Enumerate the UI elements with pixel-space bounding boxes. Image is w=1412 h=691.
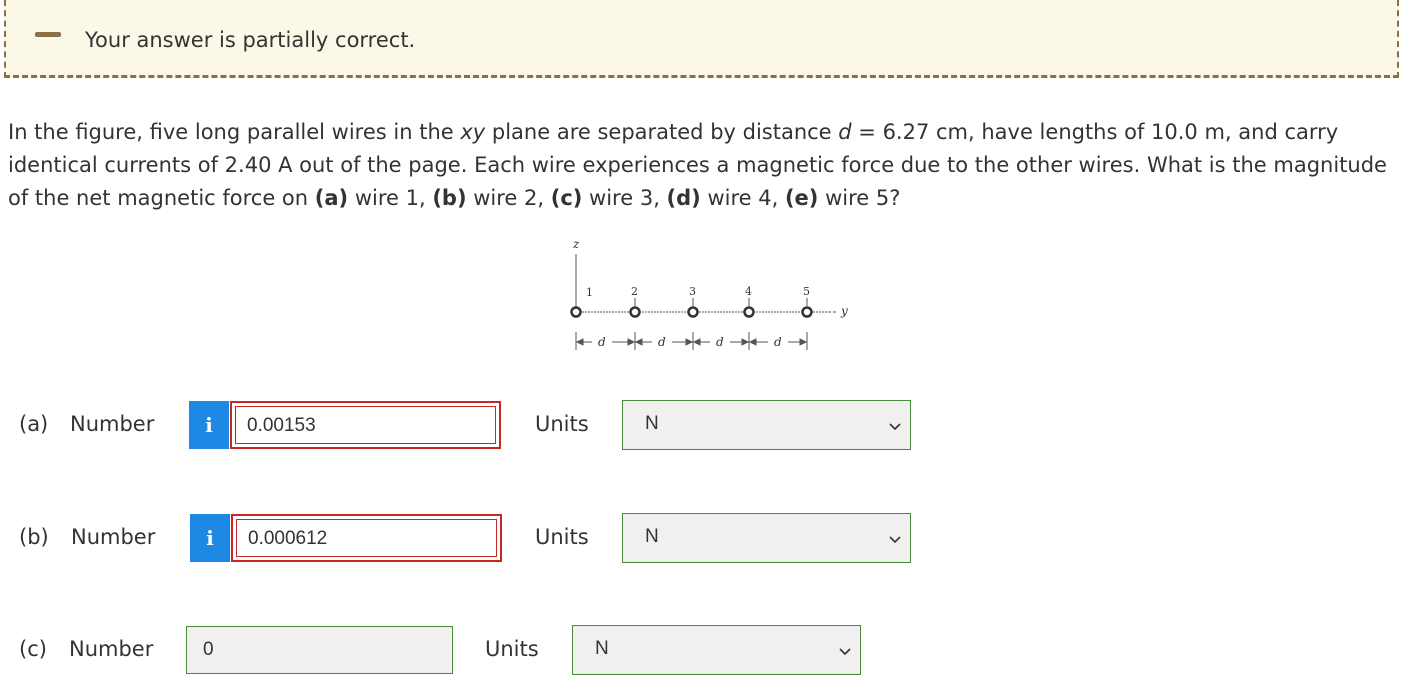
- answer-row-a: (a) Number i 0.00153 Units N: [0, 400, 1412, 450]
- units-selected-value: N: [645, 413, 659, 434]
- question-text: In the figure, five long parallel wires …: [8, 120, 1387, 210]
- units-selected-value: N: [595, 638, 609, 659]
- chevron-down-icon: [889, 423, 901, 431]
- wire-5: [801, 306, 813, 318]
- part-label: (a): [19, 412, 49, 436]
- units-label: Units: [485, 637, 539, 661]
- wire-4: [743, 306, 755, 318]
- part-label: (b): [19, 525, 49, 549]
- answer-row-c: (c) Number 0 Units N: [0, 625, 1412, 675]
- spacing-label-1: d: [598, 335, 606, 349]
- wire-label-1: 1: [586, 286, 593, 299]
- chevron-down-icon: [889, 536, 901, 544]
- number-label: Number: [69, 637, 154, 661]
- partial-correct-banner: Your answer is partially correct.: [4, 0, 1399, 78]
- info-icon[interactable]: i: [190, 514, 230, 562]
- y-axis-label: y: [840, 304, 848, 318]
- part-label: (c): [19, 637, 47, 661]
- units-selected-value: N: [645, 526, 659, 547]
- wire-label-5: 5: [803, 285, 810, 298]
- wire-1: [570, 306, 582, 318]
- chevron-down-icon: [839, 648, 851, 656]
- wire-3: [687, 306, 699, 318]
- spacing-label-4: d: [774, 335, 782, 349]
- wires-figure: z y 1 2 3 4 5 d d d d: [570, 237, 848, 350]
- number-label: Number: [71, 525, 156, 549]
- partial-indicator-icon: [35, 32, 61, 37]
- answer-row-b: (b) Number i 0.000612 Units N: [0, 513, 1412, 563]
- number-label: Number: [70, 412, 155, 436]
- info-icon[interactable]: i: [189, 401, 229, 449]
- number-input-b[interactable]: 0.000612: [231, 514, 502, 562]
- units-select-c[interactable]: N: [572, 625, 861, 675]
- number-input-c[interactable]: 0: [186, 626, 453, 674]
- units-label: Units: [535, 412, 589, 436]
- units-select-b[interactable]: N: [622, 513, 911, 563]
- spacing-label-3: d: [716, 335, 724, 349]
- units-select-a[interactable]: N: [622, 400, 911, 450]
- z-axis-label: z: [572, 237, 580, 251]
- wire-label-2: 2: [631, 285, 638, 298]
- wire-label-3: 3: [689, 285, 696, 298]
- banner-message: Your answer is partially correct.: [85, 28, 416, 52]
- wire-2: [629, 306, 641, 318]
- units-label: Units: [535, 525, 589, 549]
- wire-label-4: 4: [745, 285, 752, 298]
- number-input-a[interactable]: 0.00153: [230, 401, 501, 449]
- spacing-label-2: d: [658, 335, 666, 349]
